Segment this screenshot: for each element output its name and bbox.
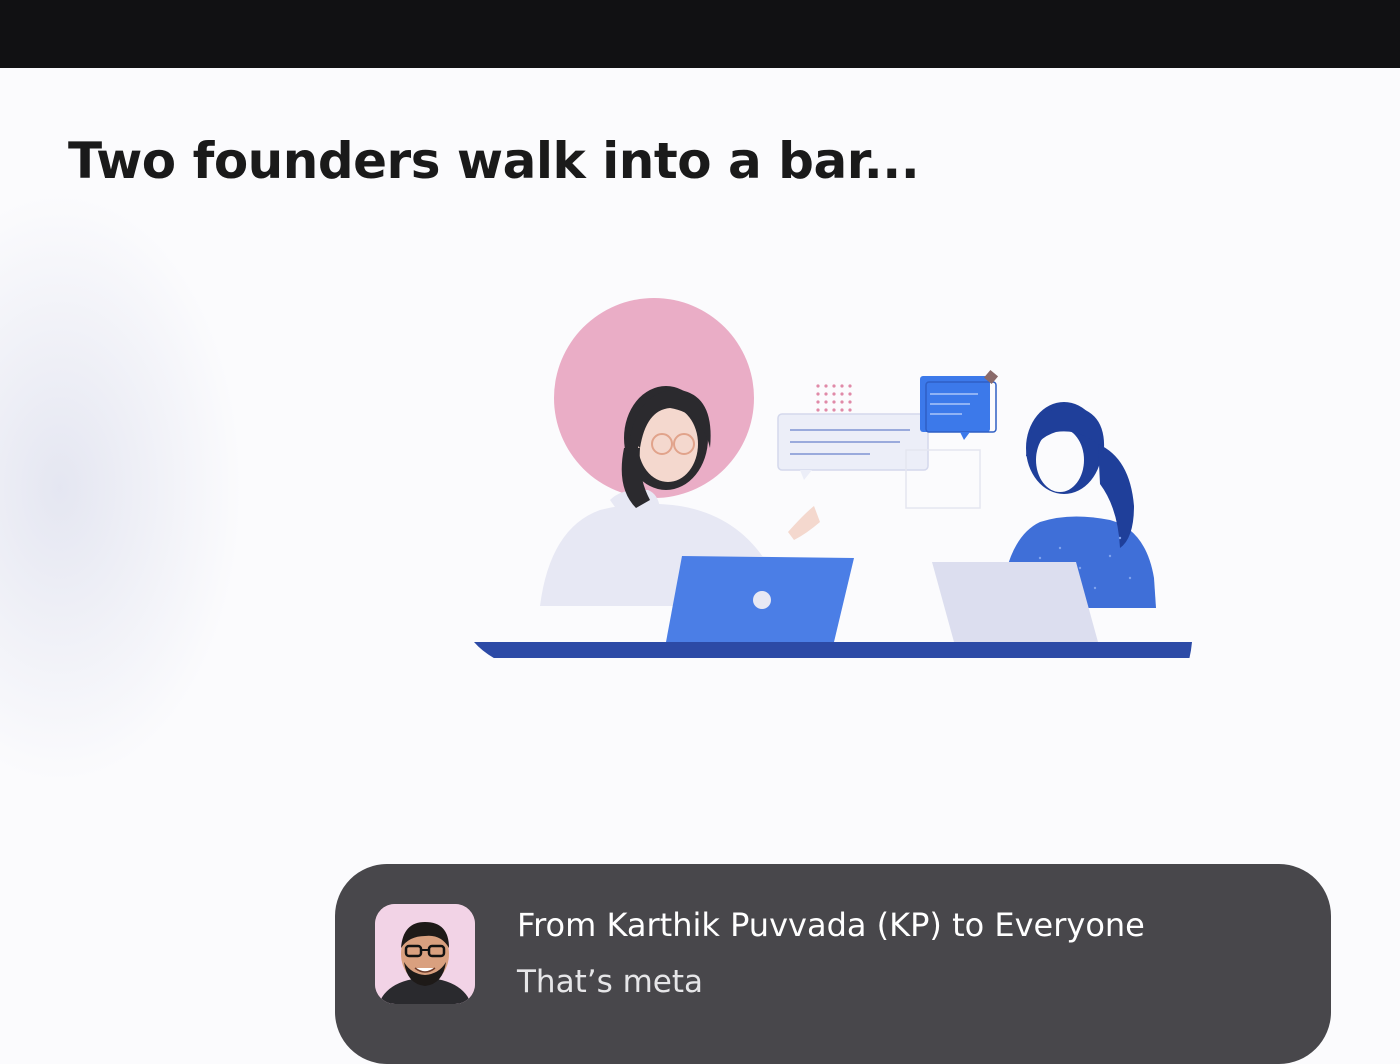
- grey-laptop-shape: [932, 562, 1098, 642]
- blue-chat-bubble: [920, 369, 999, 440]
- chat-notification[interactable]: From Karthik Puvvada (KP) to Everyone Th…: [335, 864, 1331, 1064]
- table-surface-shape: [474, 642, 1192, 658]
- notification-sender: From Karthik Puvvada (KP) to Everyone: [517, 906, 1145, 944]
- laptop-logo-shape: [753, 591, 771, 609]
- user-avatar-icon: [375, 904, 475, 1004]
- slide-title: Two founders walk into a bar...: [68, 132, 920, 190]
- notification-message: That’s meta: [517, 964, 704, 1000]
- presentation-slide: Two founders walk into a bar... From Kar…: [0, 68, 1400, 1064]
- founders-illustration: [474, 298, 1192, 658]
- dot-pattern-decoration: [816, 384, 852, 412]
- sender-avatar: [375, 904, 475, 1004]
- top-bar: [0, 0, 1400, 68]
